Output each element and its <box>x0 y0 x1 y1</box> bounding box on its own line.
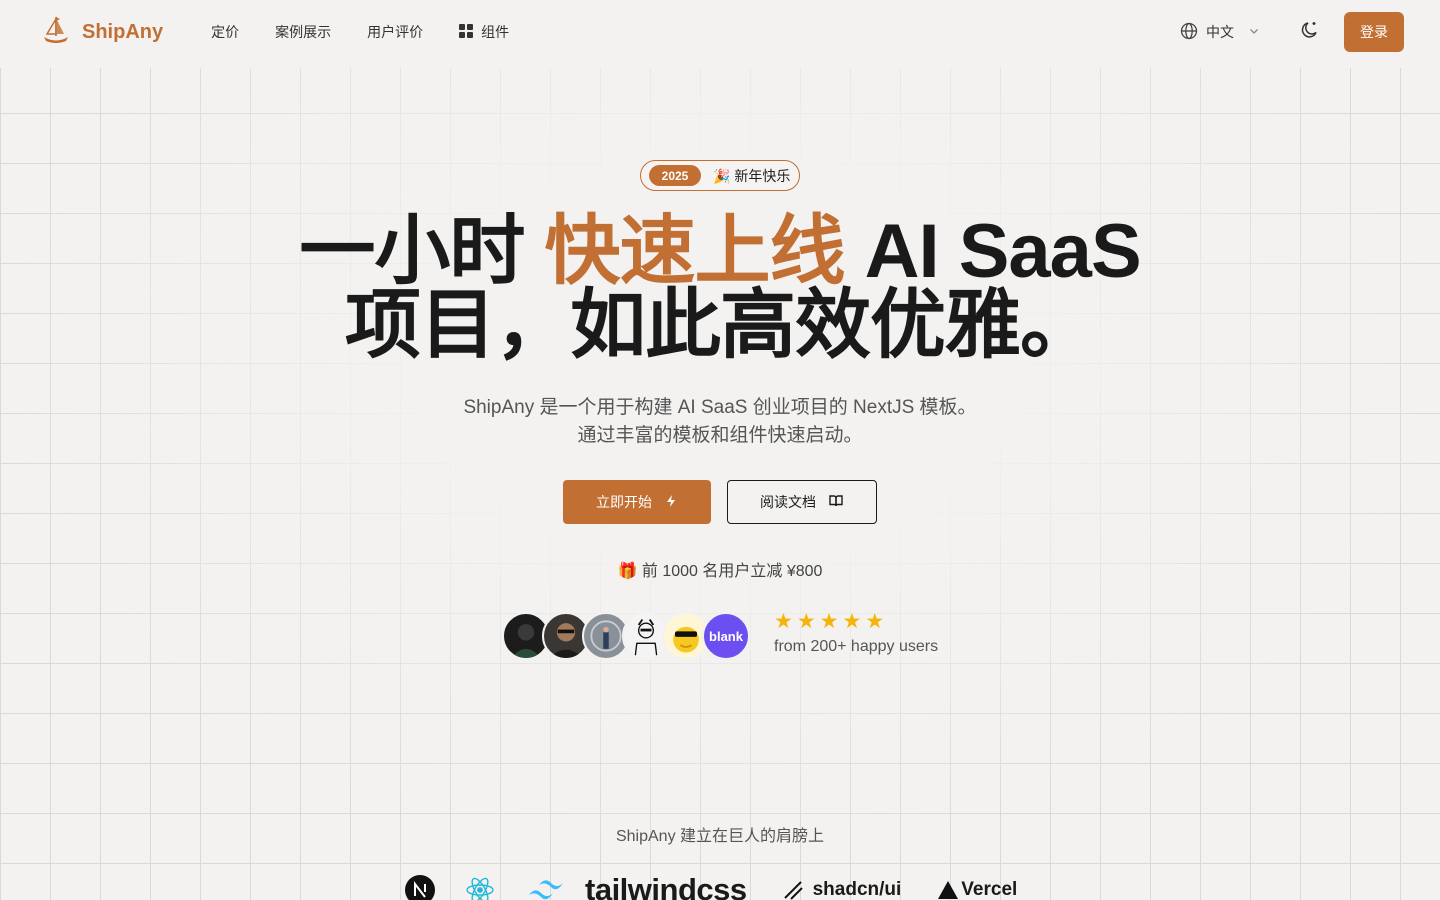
globe-icon <box>1180 22 1198 43</box>
read-docs-button[interactable]: 阅读文档 <box>727 480 877 524</box>
badge-text: 🎉 新年快乐 <box>713 167 791 184</box>
lightning-icon <box>664 494 678 511</box>
moon-icon <box>1300 20 1320 45</box>
sailboat-logo-icon <box>40 14 72 51</box>
nextjs-logo-icon <box>405 875 435 900</box>
read-docs-label: 阅读文档 <box>760 494 816 510</box>
shadcn-wordmark: shadcn/ui <box>812 879 902 900</box>
top-navbar: ShipAny 定价 案例展示 用户评价 组件 中文 登录 <box>0 0 1440 64</box>
user-avatars: blank <box>502 612 750 660</box>
hero-subtitle: ShipAny 是一个用于构建 AI SaaS 创业项目的 NextJS 模板。… <box>0 394 1440 450</box>
chevron-down-icon <box>1248 24 1260 40</box>
language-label: 中文 <box>1206 24 1234 40</box>
tailwind-wave-icon <box>527 875 575 900</box>
nav-components-label: 组件 <box>481 24 510 40</box>
hero-subtitle-line1: ShipAny 是一个用于构建 AI SaaS 创业项目的 NextJS 模板。 <box>463 397 977 418</box>
nav-showcase[interactable]: 案例展示 <box>257 22 349 42</box>
hero-title-highlight: 快速上线 <box>544 209 845 294</box>
year-pill: 2025 <box>649 165 701 186</box>
tailwind-wordmark: tailwindcss <box>585 872 747 900</box>
shadcn-logo: shadcn/ui <box>781 878 902 900</box>
hero-title-line2: 项目，如此高效优雅。 <box>345 283 1096 368</box>
star-icon: ★ <box>796 610 816 633</box>
tech-logos: tailwindcss shadcn/ui Vercel <box>405 872 1017 900</box>
vercel-triangle-icon <box>937 880 959 900</box>
star-icon: ★ <box>774 610 793 633</box>
promo-text: 🎁 前 1000 名用户立减 ¥800 <box>617 563 823 580</box>
brand-logo[interactable]: ShipAny <box>40 14 163 51</box>
hero-title-part1: 一小时 <box>299 209 545 294</box>
star-icon: ★ <box>842 610 862 633</box>
nav-pricing[interactable]: 定价 <box>193 22 257 42</box>
background-grid <box>0 68 1440 900</box>
vercel-logo: Vercel <box>937 879 1017 900</box>
nav-components[interactable]: 组件 <box>441 22 527 42</box>
built-on-title: ShipAny 建立在巨人的肩膀上 <box>615 828 825 845</box>
main-nav: 定价 案例展示 用户评价 组件 <box>193 22 527 42</box>
star-icon: ★ <box>865 610 885 633</box>
get-started-label: 立即开始 <box>596 494 652 510</box>
header-actions: 中文 登录 <box>1180 12 1404 52</box>
react-logo-icon <box>465 875 495 900</box>
login-button[interactable]: 登录 <box>1344 12 1404 52</box>
happy-users-text: from 200+ happy users <box>774 638 939 655</box>
book-open-icon <box>828 493 844 512</box>
shadcn-slash-icon <box>781 878 805 900</box>
hero-title: 一小时 快速上线 AI SaaS 项目，如此高效优雅。 <box>0 214 1440 364</box>
tailwind-logo: tailwindcss <box>527 872 747 900</box>
grid-icon <box>459 23 474 41</box>
rating-block: ★ ★ ★ ★ ★ from 200+ happy users <box>774 610 939 656</box>
theme-toggle[interactable] <box>1298 20 1322 44</box>
announcement-badge[interactable]: 2025 🎉 新年快乐 <box>640 160 800 191</box>
rating-stars: ★ ★ ★ ★ ★ <box>774 610 938 633</box>
avatar: blank <box>702 612 750 660</box>
hero-subtitle-line2: 通过丰富的模板和组件快速启动。 <box>577 425 863 446</box>
nav-testimonials[interactable]: 用户评价 <box>349 22 441 42</box>
hero-title-part2: AI SaaS <box>844 209 1142 294</box>
get-started-button[interactable]: 立即开始 <box>563 480 711 524</box>
brand-name: ShipAny <box>82 20 164 43</box>
vercel-wordmark: Vercel <box>961 879 1018 900</box>
language-selector[interactable]: 中文 <box>1180 22 1260 43</box>
star-icon: ★ <box>819 610 839 633</box>
